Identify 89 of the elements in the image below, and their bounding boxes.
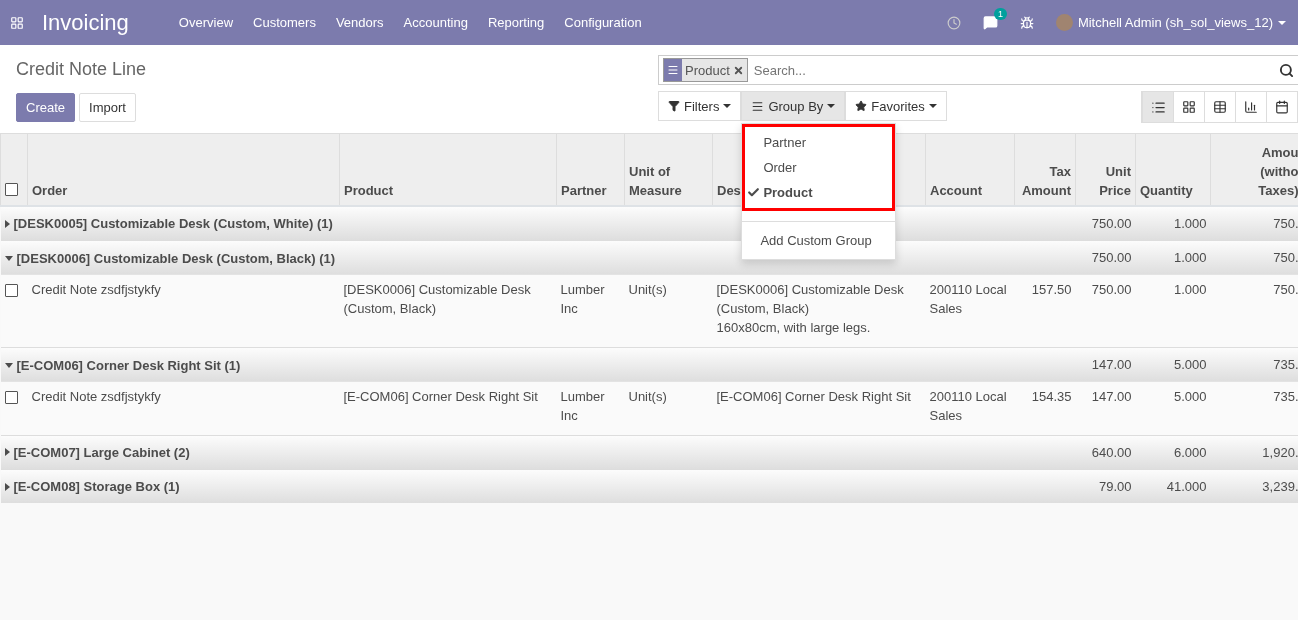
group-by-option[interactable]: Order [745,155,893,180]
table-cell: Lumber Inc [560,281,605,316]
group-label: [E-COM08] Storage Box (1) [4,479,180,494]
nav-menu-item[interactable]: Accounting [393,15,478,30]
table-cell: 200110 Local Sales [929,281,1007,316]
group-row[interactable]: [E-COM07] Large Cabinet (2) 640.00 6.000 1,920. [0,435,1298,469]
user-menu[interactable]: Mitchell Admin (sh_sol_views_12) [1055,14,1286,31]
nav-menu-item[interactable]: Reporting [477,15,555,30]
search-facet[interactable]: Product [663,58,748,82]
table-cell: [DESK0006] Customizable Desk (Custom, Black) 160x80cm, with large legs. [716,281,904,335]
table-cell: 157.50 [1031,281,1072,297]
group-unit-price: 750.00 [1091,249,1132,265]
group-unit-price: 640.00 [1091,444,1132,460]
table-cell: 735. [1273,388,1298,404]
group-quantity: 41.000 [1166,478,1207,494]
facet-label: Product [684,62,731,78]
nav-menu-item[interactable]: Configuration [554,15,652,30]
group-unit-price: 147.00 [1091,356,1132,372]
nav-menu-item[interactable]: Vendors [325,15,394,30]
search-menu-button[interactable]: Favorites [845,91,947,121]
pivot-view-icon [1213,100,1227,114]
group-amount: 1,920. [1262,444,1298,460]
table-cell: Unit(s) [628,388,667,404]
graph-view-icon [1244,100,1258,114]
group-quantity: 6.000 [1173,444,1207,460]
group-amount: 750. [1273,215,1298,231]
list-view-icon [1150,99,1166,115]
star-icon [855,100,868,112]
group-quantity: 1.000 [1173,249,1207,265]
group-label: [E-COM06] Corner Desk Right Sit (1) [4,357,241,373]
table-cell: 750. [1273,281,1298,297]
table-cell: 5.000 [1173,388,1207,404]
calendar-view-icon [1275,100,1289,114]
group-row[interactable]: [E-COM08] Storage Box (1) 79.00 41.000 3,239. [0,469,1298,503]
table-cell: Unit(s) [628,281,667,297]
search-icon[interactable] [1279,62,1294,78]
caret-down-icon [4,362,13,368]
check-icon [747,186,761,199]
bars-icon [751,99,765,113]
table-cell: 750.00 [1091,281,1132,297]
kanban-view-icon [1182,100,1196,114]
create-button[interactable]: Create [16,93,76,122]
table-cell: 1.000 [1173,281,1207,297]
search-field[interactable]: Product Search... [658,55,1298,85]
bug-icon[interactable] [1019,15,1034,30]
group-label: [E-COM07] Large Cabinet (2) [4,444,190,460]
caret-right-icon [4,448,10,457]
chat-icon[interactable] [982,15,998,30]
table-cell: 147.00 [1091,388,1132,404]
group-by-option[interactable]: Partner [745,130,893,155]
group-row[interactable]: [E-COM06] Corner Desk Right Sit (1) 147.00 5.000 735. [0,347,1298,381]
avatar-circle [1055,14,1073,31]
message-count-badge: 1 [993,8,1007,20]
table-cell: Credit Note zsdfjstykfy [31,388,161,404]
search-menu-button[interactable]: Group By [741,91,846,121]
row-checkbox[interactable] [4,283,18,297]
table-cell: [DESK0006] Customizable Desk (Custom, Black) [343,281,531,316]
group-unit-price: 750.00 [1091,215,1132,231]
table-cell: 200110 Local Sales [929,388,1007,423]
group-amount: 735. [1273,356,1298,372]
search-menu-button[interactable]: Filters [658,91,742,121]
nav-menu-item[interactable]: Customers [243,15,326,30]
table-cell: 154.35 [1031,388,1072,404]
group-label: [DESK0006] Customizable Desk (Custom, Black) (1) [4,250,336,266]
table-cell: Lumber Inc [560,388,605,423]
import-button[interactable]: Import [79,93,136,122]
group-amount: 750. [1273,249,1298,265]
remove-icon[interactable] [732,64,744,76]
table-cell: [E-COM06] Corner Desk Right Sit [343,388,538,404]
apps-menu-icon[interactable] [10,15,24,30]
table-cell: [E-COM06] Corner Desk Right Sit [716,388,911,404]
caret-down-icon [4,255,13,261]
group-quantity: 5.000 [1173,356,1207,372]
group-unit-price: 79.00 [1098,478,1132,494]
select-all-checkbox[interactable] [5,183,18,197]
nav-menu-item[interactable]: Overview [168,15,244,30]
group-by-icon [667,64,679,76]
group-quantity: 1.000 [1173,215,1207,231]
app-title: Invoicing [42,9,129,36]
caret-right-icon [4,219,10,228]
view-switch-button[interactable] [1142,92,1173,122]
group-by-option[interactable]: Product [745,180,893,205]
breadcrumb-title: Credit Note Line [16,59,147,80]
group-label: [DESK0005] Customizable Desk (Custom, White) (1) [4,216,333,231]
filter-icon [668,100,680,112]
row-checkbox[interactable] [4,390,18,404]
group-amount: 3,239. [1262,478,1298,494]
table-cell: Credit Note zsdfjstykfy [31,281,161,297]
caret-right-icon [4,482,10,491]
